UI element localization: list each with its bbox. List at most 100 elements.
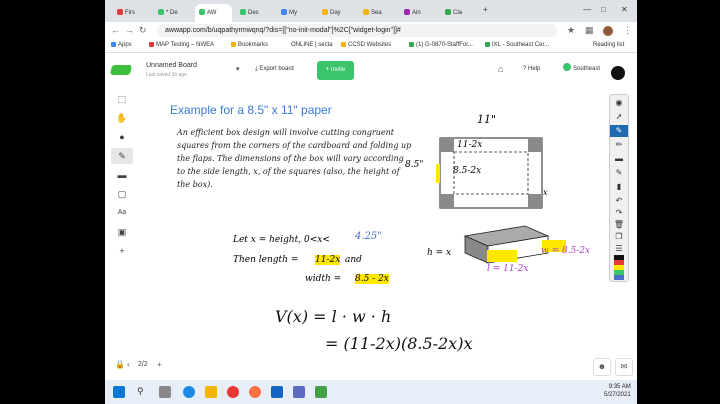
puzzle-icon[interactable]: ▦: [585, 25, 594, 36]
pen-icon[interactable]: ✎: [111, 148, 133, 164]
whiteboard-canvas[interactable]: ⬚ ✋ ● ✎ ▬ ▢ Aa ▣ + Example for a 8.5" x …: [105, 66, 637, 380]
profile-avatar[interactable]: [603, 26, 613, 36]
bookmark-online[interactable]: ONLINE | secta: [291, 42, 333, 48]
maximize-icon[interactable]: □: [601, 5, 606, 14]
tab-0[interactable]: Firs: [113, 4, 150, 22]
help-button[interactable]: ? Help: [523, 61, 540, 77]
color-swatch-blue[interactable]: [614, 275, 624, 280]
tab-4[interactable]: My: [277, 4, 314, 22]
tab-2-active[interactable]: AW: [195, 4, 232, 22]
forward-icon[interactable]: →: [125, 25, 134, 35]
address-bar-row: ← → ↻ awwapp.com/b/uqpathyrmwqnq/?dis=[[…: [105, 22, 637, 39]
search-icon[interactable]: ⚲: [137, 386, 149, 398]
bookmark-favicon-icon: [485, 42, 490, 47]
last-saved: Last saved 1h ago: [146, 72, 187, 78]
awwapp-logo[interactable]: [109, 65, 133, 75]
tab-favicon-icon: [322, 9, 328, 15]
word-icon[interactable]: [271, 386, 283, 398]
tab-6[interactable]: Sea: [359, 4, 396, 22]
menu-icon[interactable]: ⋮: [623, 25, 632, 36]
apps-icon: [111, 42, 116, 47]
list-icon[interactable]: ☰: [610, 243, 628, 255]
eraser-icon[interactable]: ▬: [610, 153, 628, 165]
marker-icon[interactable]: ✏: [610, 139, 628, 151]
prev-page-icon[interactable]: ‹: [127, 360, 130, 369]
eye-icon[interactable]: ◉: [610, 97, 628, 109]
reload-icon[interactable]: ↻: [139, 25, 147, 36]
sticky-note-icon[interactable]: ▣: [111, 224, 133, 240]
firefox-icon[interactable]: [249, 386, 261, 398]
redo-icon[interactable]: ↷: [610, 207, 628, 219]
arrow-icon[interactable]: ➚: [610, 111, 628, 123]
export-board-button[interactable]: ⤓ Export board: [250, 61, 299, 77]
add-icon[interactable]: +: [111, 243, 133, 259]
board-name[interactable]: Unnamed Board: [146, 62, 197, 69]
bookmark-favicon-icon: [149, 42, 154, 47]
bookmarks-bar: Apps MAP Testing – NWEA Bookmarks ONLINE…: [105, 39, 637, 53]
lock-icon[interactable]: 🔒: [115, 360, 125, 369]
tab-favicon-icon: [240, 9, 246, 15]
dim-top: 11": [477, 113, 497, 126]
tab-3[interactable]: Des: [236, 4, 273, 22]
volume-line-1: V(x) = l · w · h: [275, 307, 392, 326]
close-icon[interactable]: ✕: [621, 5, 628, 14]
undo-icon[interactable]: ↶: [610, 195, 628, 207]
add-page-icon[interactable]: +: [157, 360, 162, 369]
url-input[interactable]: awwapp.com/b/uqpathyrmwqnq/?dis=[["no-in…: [157, 24, 557, 37]
back-icon[interactable]: ←: [111, 25, 120, 35]
reading-list[interactable]: Reading list: [593, 42, 624, 48]
file-explorer-icon[interactable]: [205, 386, 217, 398]
bookmark-ixl[interactable]: IXL - Southeast Cer...: [485, 42, 549, 48]
corner-square: [528, 194, 542, 208]
text-icon[interactable]: Aa: [111, 205, 133, 221]
box-diagram: [436, 137, 566, 264]
palette-icon[interactable]: ●: [111, 129, 133, 145]
system-clock: 9:35 AM 5/27/2021: [604, 384, 631, 398]
bookmark-folder[interactable]: Bookmarks: [231, 42, 268, 48]
chat-icon[interactable]: ✉: [615, 358, 633, 376]
corner-square: [440, 138, 454, 152]
tab-8[interactable]: Cla: [441, 4, 478, 22]
teams-icon[interactable]: [293, 386, 305, 398]
trash-icon[interactable]: 🗑: [610, 219, 628, 231]
volume-line-2: = (11-2x)(8.5-2x)x: [325, 334, 473, 353]
edge-icon[interactable]: [183, 386, 195, 398]
bookmark-map-testing[interactable]: MAP Testing – NWEA: [149, 42, 214, 48]
windows-taskbar: ⚲ 9:35 AM 5/27/2021: [105, 380, 637, 404]
bookmark-apps[interactable]: Apps: [111, 42, 132, 48]
bookmark-ccsd[interactable]: CCSD Websites: [341, 42, 391, 48]
tab-5[interactable]: Day: [318, 4, 355, 22]
bookmark-staff[interactable]: (1) G-0870-StaffFor...: [409, 42, 473, 48]
corner-square: [440, 194, 454, 208]
home-icon[interactable]: ⌂: [498, 64, 503, 74]
dim-side: 8.5": [405, 160, 424, 170]
start-icon[interactable]: [113, 386, 125, 398]
select-icon[interactable]: ⬚: [111, 91, 133, 107]
width-expr: 8.5 - 2x: [355, 274, 389, 284]
new-tab-button[interactable]: +: [483, 5, 488, 14]
pen-icon[interactable]: ✎: [610, 125, 628, 137]
tab-favicon-icon: [445, 9, 451, 15]
excel-icon[interactable]: [315, 386, 327, 398]
let-value: 4.25": [355, 231, 382, 242]
corner-square: [528, 138, 542, 152]
tab-7[interactable]: Ain: [400, 4, 437, 22]
chrome-icon[interactable]: [227, 386, 239, 398]
highlighter-icon[interactable]: ▮: [610, 181, 628, 193]
dim-inner-top: 11-2x: [457, 140, 483, 150]
length-highlight: [487, 250, 517, 262]
copy-icon[interactable]: ❐: [610, 231, 628, 243]
app-header: Unnamed Board Last saved 1h ago ▾ ⤓ Expo…: [105, 53, 637, 89]
chevron-down-icon[interactable]: ▾: [236, 65, 240, 73]
user-list-icon[interactable]: ☻: [593, 358, 611, 376]
pencil-icon[interactable]: ✎: [610, 167, 628, 179]
tab-1[interactable]: * De: [154, 4, 191, 22]
invite-button[interactable]: + Invite: [317, 61, 354, 80]
minimize-icon[interactable]: —: [583, 5, 591, 14]
hand-icon[interactable]: ✋: [111, 110, 133, 126]
eraser-icon[interactable]: ▬: [111, 167, 133, 183]
user-menu[interactable]: Southeast: [563, 61, 600, 77]
extension-icon[interactable]: ★: [567, 25, 575, 36]
shape-icon[interactable]: ▢: [111, 186, 133, 202]
task-view-icon[interactable]: [159, 386, 171, 398]
